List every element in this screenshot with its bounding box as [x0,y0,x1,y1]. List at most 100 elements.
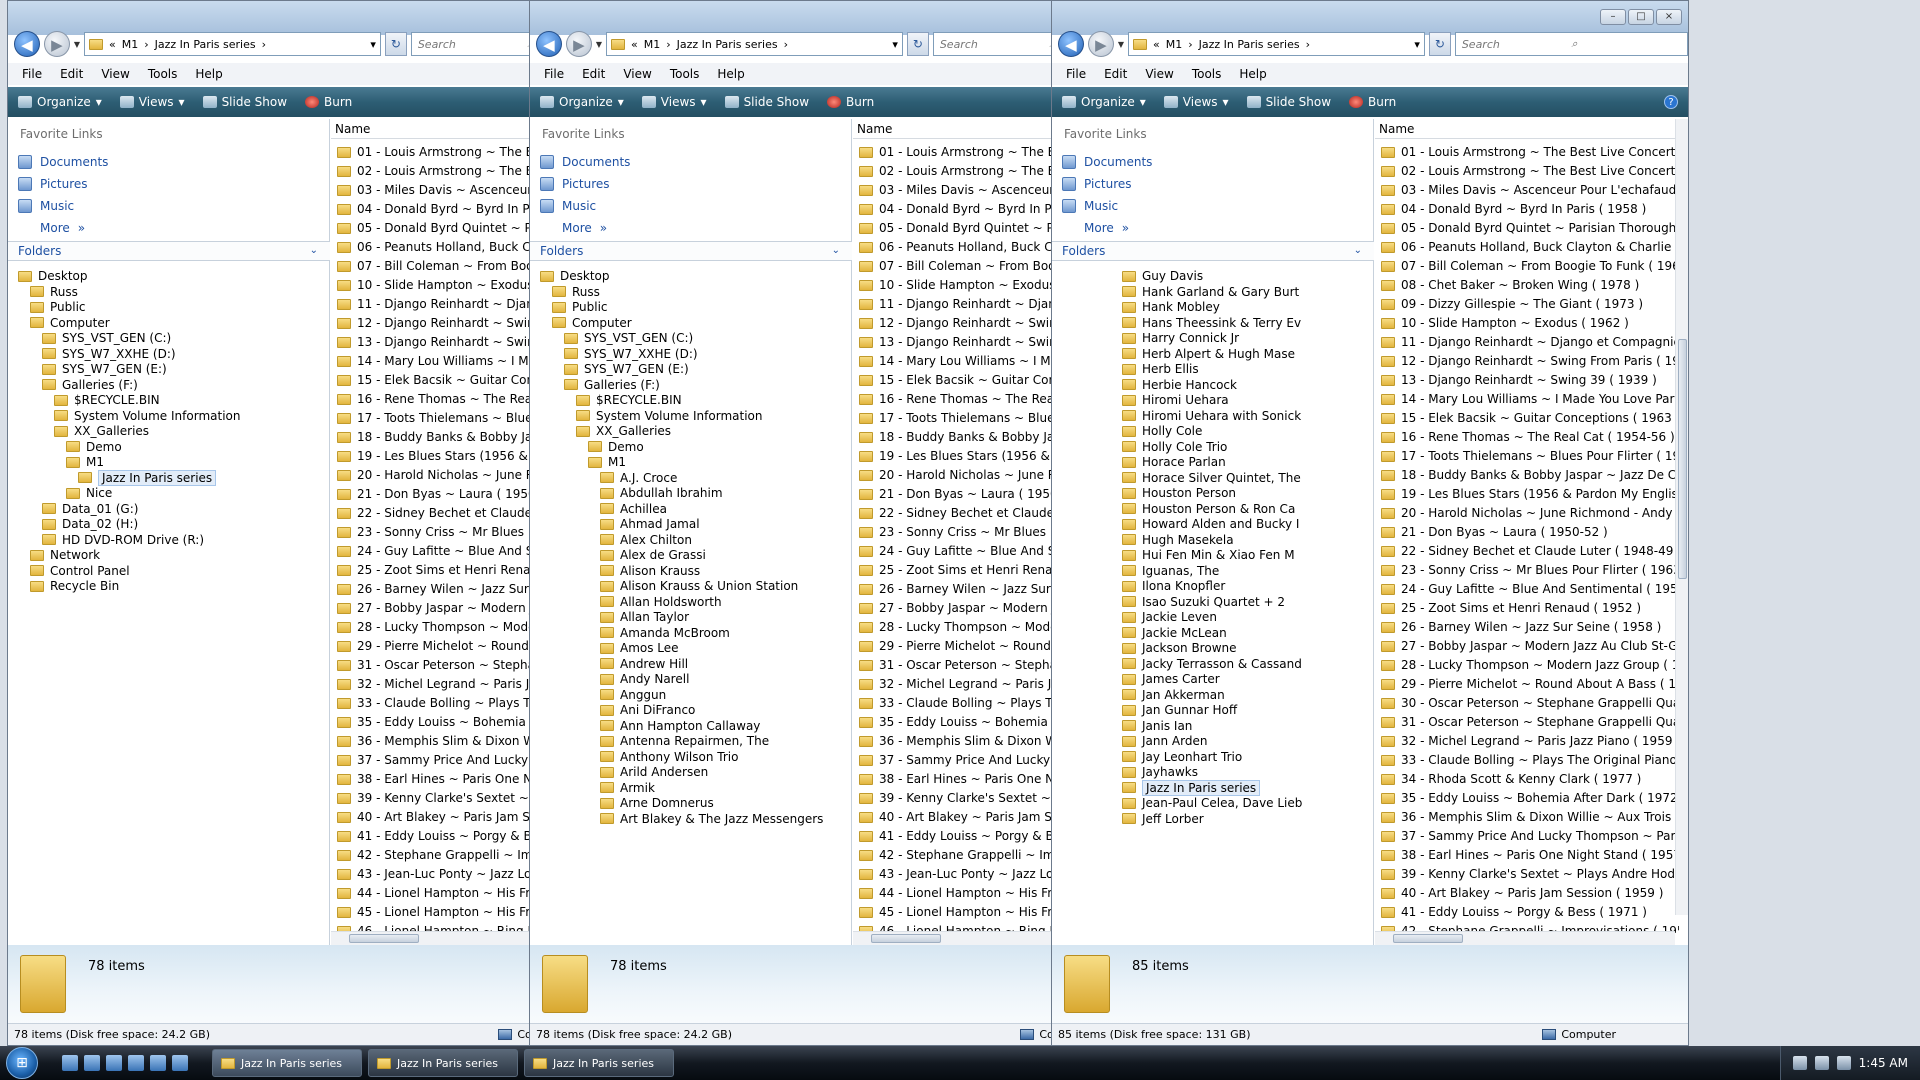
scrollbar-thumb[interactable] [349,934,419,943]
folders-header[interactable]: Folders ⌄ [530,241,852,261]
breadcrumb-separator-icon[interactable]: › [1306,38,1310,51]
list-item[interactable]: 13 - Django Reinhardt ~ Swing 39 ( 1939 … [1381,371,1657,389]
tree-item[interactable]: Recycle Bin [30,577,119,595]
favorite-link-more[interactable]: More » [1062,217,1362,239]
breadcrumb-item[interactable]: « [109,38,116,51]
clock[interactable]: 1:45 AM [1859,1056,1908,1070]
search-input[interactable]: Search ⌕ [1454,32,1688,56]
list-item[interactable]: 23 - Sonny Criss ~ Mr Blues Pour Flirter… [1381,561,1679,579]
menu-edit[interactable]: Edit [1104,67,1127,81]
favorite-link-more[interactable]: More » [540,217,840,239]
list-item[interactable]: 12 - Django Reinhardt ~ Swing From Paris… [1381,352,1679,370]
folders-header[interactable]: Folders ⌄ [1052,241,1374,261]
taskbar-button[interactable]: Jazz In Paris series [368,1049,518,1077]
breadcrumb-item[interactable]: M1 [1166,38,1183,51]
favorite-link-music[interactable]: Music [540,195,840,217]
recent-pages-dropdown-icon[interactable]: ▼ [74,40,80,49]
breadcrumb-separator-icon[interactable]: › [784,38,788,51]
tree-item[interactable]: Art Blakey & The Jazz Messengers [600,810,823,828]
menu-file[interactable]: File [544,67,564,81]
slide-show-button[interactable]: Slide Show [1246,95,1331,109]
list-item[interactable]: 01 - Louis Armstrong ~ The Best Live Con… [1381,143,1679,161]
list-item[interactable]: 29 - Pierre Michelot ~ Round About A Bas… [1381,675,1679,693]
views-button[interactable]: Views ▾ [641,95,707,109]
menu-view[interactable]: View [623,67,651,81]
organize-button[interactable]: Organize ▾ [1062,95,1146,109]
list-item[interactable]: 03 - Miles Davis ~ Ascenceur Pour L'echa… [1381,181,1679,199]
slide-show-button[interactable]: Slide Show [724,95,809,109]
folders-header[interactable]: Folders ⌄ [8,241,330,261]
favorite-link-pictures[interactable]: Pictures [18,173,318,195]
breadcrumb-item[interactable]: « [631,38,638,51]
refresh-button[interactable]: ↻ [384,32,407,56]
address-bar[interactable]: « M1 › Jazz In Paris series › ▾ [1127,32,1425,56]
list-item[interactable]: 16 - Rene Thomas ~ The Real Cat ( 1954-5… [1381,428,1675,446]
list-item[interactable]: 05 - Donald Byrd Quintet ~ Parisian Thor… [1381,219,1679,237]
back-button[interactable]: ◀ [14,31,40,57]
slide-show-button[interactable]: Slide Show [202,95,287,109]
list-item[interactable]: 27 - Bobby Jaspar ~ Modern Jazz Au Club … [1381,637,1679,655]
menu-tools[interactable]: Tools [1192,67,1222,81]
list-item[interactable]: 20 - Harold Nicholas ~ June Richmond - A… [1381,504,1679,522]
list-item[interactable]: 21 - Don Byas ~ Laura ( 1950-52 ) [1381,523,1608,541]
search-icon[interactable]: ⌕ [1571,37,1681,51]
horizontal-scrollbar[interactable] [1375,931,1675,945]
breadcrumb-item[interactable]: M1 [644,38,661,51]
breadcrumb-item[interactable]: Jazz In Paris series [1199,38,1300,51]
name-column-header[interactable]: Name [1375,119,1679,139]
network-tray-icon[interactable] [1792,1056,1807,1070]
list-item[interactable]: 32 - Michel Legrand ~ Paris Jazz Piano (… [1381,732,1679,750]
breadcrumb-item[interactable]: Jazz In Paris series [155,38,256,51]
scrollbar-thumb[interactable] [1393,934,1463,943]
favorite-link-pictures[interactable]: Pictures [1062,173,1362,195]
list-item[interactable]: 09 - Dizzy Gillespie ~ The Giant ( 1973 … [1381,295,1643,313]
list-item[interactable]: 19 - Les Blues Stars (1956 & Pardon My E… [1381,485,1679,503]
forward-button[interactable]: ▶ [1087,31,1114,57]
list-item[interactable]: 38 - Earl Hines ~ Paris One Night Stand … [1381,846,1679,864]
maximize-button[interactable]: □ [1628,9,1654,25]
tree-item[interactable]: Jeff Lorber [1122,810,1204,828]
address-dropdown-icon[interactable]: ▾ [892,38,898,51]
list-item[interactable]: 26 - Barney Wilen ~ Jazz Sur Seine ( 195… [1381,618,1661,636]
list-item[interactable]: 35 - Eddy Louiss ~ Bohemia After Dark ( … [1381,789,1679,807]
refresh-button[interactable]: ↻ [1428,32,1451,56]
menu-help[interactable]: Help [1239,67,1266,81]
favorite-link-documents[interactable]: Documents [1062,151,1362,173]
list-item[interactable]: 30 - Oscar Peterson ~ Stephane Grappelli… [1381,694,1679,712]
list-item[interactable]: 33 - Claude Bolling ~ Plays The Original… [1381,751,1679,769]
explorer-icon[interactable] [106,1055,122,1071]
list-item[interactable]: 22 - Sidney Bechet et Claude Luter ( 194… [1381,542,1679,560]
organize-button[interactable]: Organize ▾ [18,95,102,109]
menu-tools[interactable]: Tools [148,67,178,81]
list-item[interactable]: 10 - Slide Hampton ~ Exodus ( 1962 ) [1381,314,1629,332]
breadcrumb-separator-icon[interactable]: › [666,38,670,51]
forward-button[interactable]: ▶ [43,31,70,57]
menu-view[interactable]: View [101,67,129,81]
list-item[interactable]: 06 - Peanuts Holland, Buck Clayton & Cha… [1381,238,1679,256]
menu-edit[interactable]: Edit [582,67,605,81]
list-item[interactable]: 15 - Elek Bacsik ~ Guitar Conceptions ( … [1381,409,1679,427]
media-player-icon[interactable] [84,1055,100,1071]
back-button[interactable]: ◀ [536,31,562,57]
menu-file[interactable]: File [22,67,42,81]
list-item[interactable]: 41 - Eddy Louiss ~ Porgy & Bess ( 1971 ) [1381,903,1647,921]
scrollbar-thumb[interactable] [1678,339,1687,579]
minimize-button[interactable]: – [1600,9,1626,25]
breadcrumb-item[interactable]: M1 [122,38,139,51]
favorite-link-music[interactable]: Music [1062,195,1362,217]
scrollbar-thumb[interactable] [871,934,941,943]
organize-button[interactable]: Organize ▾ [540,95,624,109]
back-button[interactable]: ◀ [1058,31,1084,57]
menu-help[interactable]: Help [717,67,744,81]
list-item[interactable]: 39 - Kenny Clarke's Sextet ~ Plays Andre… [1381,865,1679,883]
list-item[interactable]: 36 - Memphis Slim & Dixon Willie ~ Aux T… [1381,808,1679,826]
forward-button[interactable]: ▶ [565,31,592,57]
list-item[interactable]: 11 - Django Reinhardt ~ Django et Compag… [1381,333,1679,351]
list-item[interactable]: 24 - Guy Lafitte ~ Blue And Sentimental … [1381,580,1679,598]
vertical-scrollbar[interactable] [1675,119,1688,915]
address-dropdown-icon[interactable]: ▾ [370,38,376,51]
burn-button[interactable]: Burn [1349,95,1396,109]
show-desktop-icon[interactable] [62,1055,78,1071]
power-tray-icon[interactable] [1836,1056,1851,1070]
menu-help[interactable]: Help [195,67,222,81]
